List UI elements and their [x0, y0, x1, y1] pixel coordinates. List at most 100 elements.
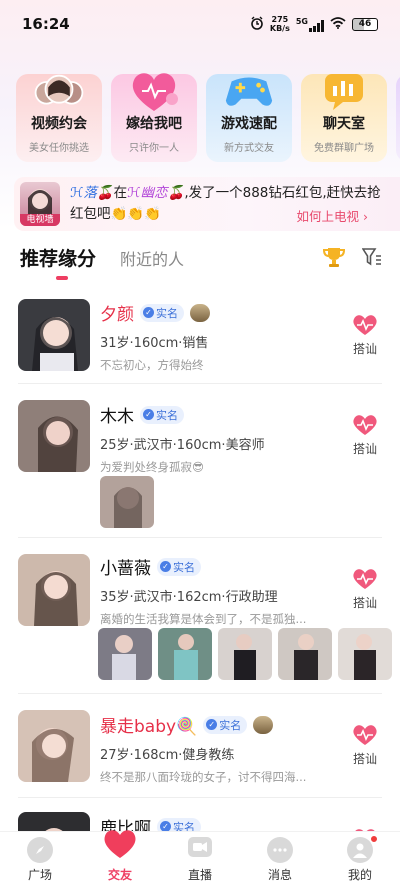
card-subtitle: 美女任你挑选: [29, 143, 89, 154]
card-subtitle: 新方式交友: [224, 143, 274, 154]
card-title: 嫁给我吧: [126, 116, 182, 132]
medal-icon: [190, 303, 210, 322]
battery-icon: 46: [352, 17, 378, 31]
card-title: 视频约会: [31, 116, 87, 132]
card-title: 聊天室: [323, 116, 365, 132]
avatar[interactable]: [18, 400, 90, 472]
user-quote: 为爱判处终身孤寂😎: [100, 460, 204, 474]
card-title: 游戏速配: [221, 116, 277, 132]
verified-icon: ✓: [143, 307, 154, 318]
verified-icon: ✓: [160, 561, 171, 572]
status-bar: 16:24 275 KB/s 5G 46: [0, 0, 400, 48]
heartbeat-icon: [353, 415, 377, 435]
nav-profile[interactable]: 我的: [330, 835, 390, 883]
banner-receiver: ℋ幽恋🍒: [127, 185, 185, 201]
user-name: 暴走baby🍭: [100, 717, 198, 737]
alarm-icon: [250, 16, 264, 33]
user-row[interactable]: 暴走baby🍭 ✓ 实名 27岁·168cm·健身教练 终不是那八面玲珑的女子，讨…: [18, 694, 382, 798]
banner-sender: ℋ落🍒: [70, 185, 114, 201]
heartbeat-icon: [353, 315, 377, 335]
gamepad-icon: [222, 68, 276, 114]
message-bubble-icon: [267, 837, 293, 863]
greet-button[interactable]: 搭讪: [348, 414, 382, 457]
photo-thumbnail[interactable]: [98, 628, 152, 680]
women-avatars-icon: [32, 68, 86, 114]
photo-strip: [98, 628, 392, 680]
compass-icon: [27, 837, 53, 863]
list-tabs: 推荐缘分 附近的人: [20, 244, 184, 280]
card-video-date[interactable]: 视频约会 美女任你挑选: [16, 74, 102, 162]
user-row[interactable]: 夕颜 ✓ 实名 31岁·160cm·销售 不忘初心，方得始终 搭讪: [18, 284, 382, 384]
card-more-partial[interactable]: [396, 74, 400, 162]
user-list: 夕颜 ✓ 实名 31岁·160cm·销售 不忘初心，方得始终 搭讪 木木 ✓ 实名 …: [0, 284, 400, 884]
photo-strip: [100, 476, 154, 528]
trophy-icon[interactable]: [322, 246, 346, 272]
status-icons: 275 KB/s 5G 46: [250, 15, 378, 33]
greet-button[interactable]: 搭讪: [348, 724, 382, 767]
photo-thumbnail[interactable]: [278, 628, 332, 680]
card-subtitle: 只许你一人: [129, 143, 179, 154]
greet-button[interactable]: 搭讪: [348, 314, 382, 357]
medal-icon: [253, 715, 274, 734]
avatar[interactable]: [18, 299, 90, 371]
avatar[interactable]: [18, 554, 90, 626]
tv-wall-badge: 电视墙: [20, 182, 60, 226]
nav-live[interactable]: 直播: [170, 835, 230, 883]
signal-icon: 5G: [296, 17, 324, 32]
chat-room-icon: [317, 68, 371, 114]
verified-icon: ✓: [206, 719, 218, 730]
photo-thumbnail[interactable]: [158, 628, 212, 680]
heart-icon: [103, 829, 137, 863]
nav-messages[interactable]: 消息: [250, 837, 310, 883]
greet-button[interactable]: 搭讪: [348, 568, 382, 611]
user-info: 小蔷薇 ✓ 实名 35岁·武汉市·162cm·行政助理 离婚的生活我算是体会到了，…: [100, 554, 340, 627]
photo-thumbnail[interactable]: [100, 476, 154, 528]
wifi-icon: [330, 16, 346, 32]
tab-nearby[interactable]: 附近的人: [120, 246, 184, 270]
user-quote: 不忘初心，方得始终: [100, 358, 204, 372]
user-row[interactable]: 小蔷薇 ✓ 实名 35岁·武汉市·162cm·行政助理 离婚的生活我算是体会到了，…: [18, 538, 392, 694]
user-row[interactable]: 木木 ✓ 实名 25岁·武汉市·160cm·美容师 为爱判处终身孤寂😎 搭讪: [18, 384, 382, 538]
nav-plaza[interactable]: 广场: [10, 837, 70, 883]
card-subtitle: 免费群聊广场: [314, 143, 374, 154]
user-quote: 离婚的生活我算是体会到了，不是孤独...: [100, 612, 307, 626]
status-time: 16:24: [22, 15, 70, 33]
user-detail: 31岁·160cm·销售: [100, 336, 209, 351]
user-detail: 25岁·武汉市·160cm·美容师: [100, 438, 265, 453]
photo-thumbnail[interactable]: [218, 628, 272, 680]
user-quote: 终不是那八面玲珑的女子，讨不得四海...: [100, 770, 307, 784]
heartbeat-icon: [353, 569, 377, 589]
user-detail: 35岁·武汉市·162cm·行政助理: [100, 590, 278, 605]
profile-icon: [347, 837, 373, 863]
feature-cards: 视频约会 美女任你挑选 嫁给我吧 只许你一人 游戏速配 新方式交友 聊天室 免费…: [16, 73, 400, 162]
card-chat-room[interactable]: 聊天室 免费群聊广场: [301, 74, 387, 162]
nav-friends[interactable]: 交友: [90, 829, 150, 883]
user-name: 夕颜: [100, 305, 134, 325]
bottom-nav: 广场 交友 直播 消息 我的: [0, 829, 400, 889]
filter-icon[interactable]: [361, 248, 382, 270]
avatar[interactable]: [18, 710, 90, 782]
verified-badge: ✓ 实名: [157, 557, 201, 576]
verified-badge: ✓ 实名: [203, 715, 248, 734]
notification-dot: [370, 835, 378, 843]
card-marry-me[interactable]: 嫁给我吧 只许你一人: [111, 73, 197, 162]
how-to-get-on-tv-link[interactable]: 如何上电视 ›: [297, 206, 368, 225]
tv-wall-banner[interactable]: 电视墙 ℋ落🍒在ℋ幽恋🍒,发了一个888钻石红包,赶快去抢红包吧👏👏👏 如何上电…: [14, 177, 400, 231]
verified-badge: ✓ 实名: [140, 303, 184, 322]
heart-icon: [127, 68, 181, 114]
user-info: 夕颜 ✓ 实名 31岁·160cm·销售 不忘初心，方得始终: [100, 300, 210, 373]
tv-wall-avatar: [28, 189, 52, 216]
photo-thumbnail[interactable]: [338, 628, 392, 680]
verified-badge: ✓ 实名: [140, 405, 184, 424]
network-speed: 275 KB/s: [269, 15, 290, 33]
card-game-match[interactable]: 游戏速配 新方式交友: [206, 74, 292, 162]
user-name: 小蔷薇: [100, 559, 151, 579]
video-camera-icon: [187, 835, 213, 863]
verified-icon: ✓: [143, 409, 154, 420]
user-info: 木木 ✓ 实名 25岁·武汉市·160cm·美容师 为爱判处终身孤寂😎: [100, 402, 265, 475]
user-detail: 27岁·168cm·健身教练: [100, 748, 235, 763]
user-name: 木木: [100, 407, 134, 427]
user-info: 暴走baby🍭 ✓ 实名 27岁·168cm·健身教练 终不是那八面玲珑的女子，讨…: [100, 712, 340, 785]
tab-recommended[interactable]: 推荐缘分: [20, 244, 96, 280]
tab-tools: [322, 246, 382, 272]
